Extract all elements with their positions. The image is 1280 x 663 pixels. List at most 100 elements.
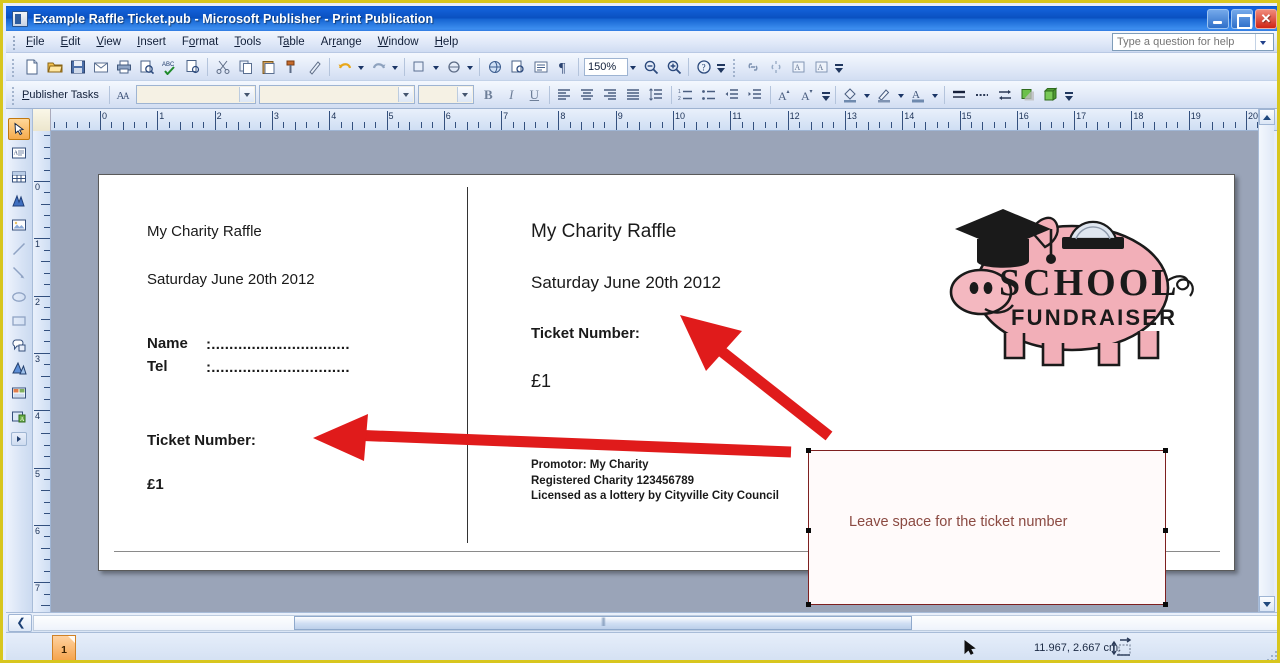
resize-handle-top-right[interactable]	[1163, 448, 1168, 453]
font-size-combo-arrow-icon[interactable]	[456, 87, 472, 102]
line-color-dropdown-icon[interactable]	[896, 84, 907, 106]
zoom-in-icon[interactable]	[662, 56, 685, 78]
zoom-dropdown-icon[interactable]	[628, 56, 639, 78]
3d-style-icon[interactable]	[1040, 84, 1063, 106]
menu-item-file[interactable]: FFileile	[18, 33, 53, 51]
publisher-tasks-button[interactable]: PPublisher Tasksublisher Tasks	[20, 89, 106, 101]
email-icon[interactable]	[89, 56, 112, 78]
previous-page-button[interactable]	[8, 613, 33, 632]
grow-font-icon[interactable]: A	[774, 84, 797, 106]
stub-price[interactable]: £1	[147, 476, 164, 493]
copy-icon[interactable]	[234, 56, 257, 78]
menu-drag-grip[interactable]	[9, 34, 18, 50]
stub-date[interactable]: Saturday June 20th 2012	[147, 271, 315, 288]
scroll-up-icon[interactable]	[1259, 109, 1275, 125]
object-size-icon[interactable]	[1111, 637, 1133, 660]
save-disk-icon[interactable]	[66, 56, 89, 78]
open-folder-icon[interactable]	[43, 56, 66, 78]
text-box-icon[interactable]: A	[8, 142, 30, 164]
brush-icon[interactable]	[303, 56, 326, 78]
window-resize-grip[interactable]	[1265, 649, 1277, 660]
decrease-indent-icon[interactable]	[721, 84, 744, 106]
wordart-icon[interactable]	[8, 190, 30, 212]
font-size-combo[interactable]	[417, 85, 474, 104]
line-tool-icon[interactable]	[8, 238, 30, 260]
scroll-down-icon[interactable]	[1259, 596, 1275, 612]
menu-item-edit[interactable]: Edit	[53, 33, 89, 51]
resize-handle-right[interactable]	[1163, 527, 1168, 533]
menu-item-format[interactable]: Format	[174, 33, 226, 51]
resize-handle-top-left[interactable]	[806, 448, 811, 453]
horizontal-ruler[interactable]: 0 1 2 3 4 5 6 7 8 9 10 11 12 13 14 15 16 17 18 19 20	[33, 109, 1277, 131]
line-spacing-icon[interactable]	[645, 84, 668, 106]
font-color-dropdown-icon[interactable]	[930, 84, 941, 106]
menu-item-arrange[interactable]: Arrange	[313, 33, 370, 51]
item-from-content-library-icon[interactable]	[8, 382, 30, 404]
stub-title[interactable]: My Charity Raffle	[147, 223, 262, 240]
italic-button[interactable]: I	[500, 84, 523, 106]
style-combo[interactable]	[135, 85, 256, 104]
document-canvas[interactable]: My Charity Raffle Saturday June 20th 201…	[51, 131, 1265, 612]
redo-dropdown-icon[interactable]	[390, 56, 401, 78]
line-color-icon[interactable]	[873, 84, 896, 106]
redo-arrow-icon[interactable]	[367, 56, 390, 78]
ticket-number-label[interactable]: Ticket Number:	[531, 325, 640, 342]
objects-toolbar-grip[interactable]	[11, 111, 27, 123]
resize-handle-bottom-left[interactable]	[806, 602, 811, 607]
stub-name-label[interactable]: Name	[147, 335, 188, 352]
styles-and-formatting-icon[interactable]: AA	[113, 84, 136, 106]
bulleted-list-icon[interactable]	[698, 84, 721, 106]
piggy-bank-school-fundraiser-logo[interactable]: SCHOOL FUNDRAISER	[939, 185, 1209, 380]
menu-item-view[interactable]: View	[88, 33, 129, 51]
font-name-combo[interactable]	[258, 85, 415, 104]
font-color-icon[interactable]: A	[907, 84, 930, 106]
spelling-abc-icon[interactable]: ABC	[158, 56, 181, 78]
special-characters-icon[interactable]	[529, 56, 552, 78]
picture-frame-icon[interactable]	[8, 214, 30, 236]
hyperlink-icon[interactable]	[442, 56, 465, 78]
close-button[interactable]	[1255, 9, 1277, 29]
align-right-icon[interactable]	[599, 84, 622, 106]
menu-item-insert[interactable]: Insert	[129, 33, 174, 51]
style-combo-arrow-icon[interactable]	[238, 87, 254, 102]
vertical-scrollbar[interactable]	[1258, 109, 1275, 612]
rectangle-tool-icon[interactable]	[8, 310, 30, 332]
connect-toolbar-grip[interactable]	[730, 57, 738, 77]
insert-object-icon[interactable]	[408, 56, 431, 78]
design-gallery-icon[interactable]	[8, 358, 30, 380]
new-document-icon[interactable]	[20, 56, 43, 78]
undo-arrow-icon[interactable]	[333, 56, 356, 78]
horizontal-scroll-track[interactable]	[33, 614, 1277, 631]
annotation-callout-box[interactable]: Leave space for the ticket number	[806, 448, 1168, 607]
zoom-value-box[interactable]: 150%	[584, 57, 628, 76]
standard-toolbar-grip[interactable]	[9, 57, 17, 77]
print-icon[interactable]	[112, 56, 135, 78]
font-name-combo-arrow-icon[interactable]	[397, 87, 413, 102]
stub-tel-line[interactable]: :...............................	[206, 359, 350, 376]
shadow-style-icon[interactable]	[1017, 84, 1040, 106]
increase-indent-icon[interactable]	[744, 84, 767, 106]
ticket-title[interactable]: My Charity Raffle	[531, 221, 676, 243]
ticket-date[interactable]: Saturday June 20th 2012	[531, 273, 721, 293]
undo-dropdown-icon[interactable]	[356, 56, 367, 78]
drawing-toolbar-options-icon[interactable]	[1063, 84, 1075, 106]
horizontal-scrollbar[interactable]	[6, 612, 1277, 632]
dash-style-icon[interactable]	[971, 84, 994, 106]
paragraph-mark-icon[interactable]: ¶	[552, 56, 575, 78]
help-question-icon[interactable]: ?	[692, 56, 715, 78]
objects-toolbar-more-icon[interactable]	[11, 432, 27, 446]
align-center-icon[interactable]	[576, 84, 599, 106]
oval-tool-icon[interactable]	[8, 286, 30, 308]
resize-handle-bottom-right[interactable]	[1163, 602, 1168, 607]
formatting-toolbar-options-icon[interactable]	[820, 84, 832, 106]
horizontal-scroll-thumb[interactable]	[294, 615, 912, 630]
format-painter-icon[interactable]	[280, 56, 303, 78]
resize-handle-left[interactable]	[806, 527, 811, 533]
formatting-toolbar-grip[interactable]	[9, 85, 17, 105]
menu-item-help[interactable]: Help	[427, 33, 467, 51]
ticket-fine-print[interactable]: Promotor: My Charity Registered Charity …	[531, 458, 779, 505]
fill-color-dropdown-icon[interactable]	[862, 84, 873, 106]
vertical-ruler[interactable]: 0 1 2 3 4 5 6 7	[33, 131, 51, 612]
menu-item-table[interactable]: Table	[269, 33, 313, 51]
chevron-down-icon[interactable]	[1255, 34, 1270, 50]
